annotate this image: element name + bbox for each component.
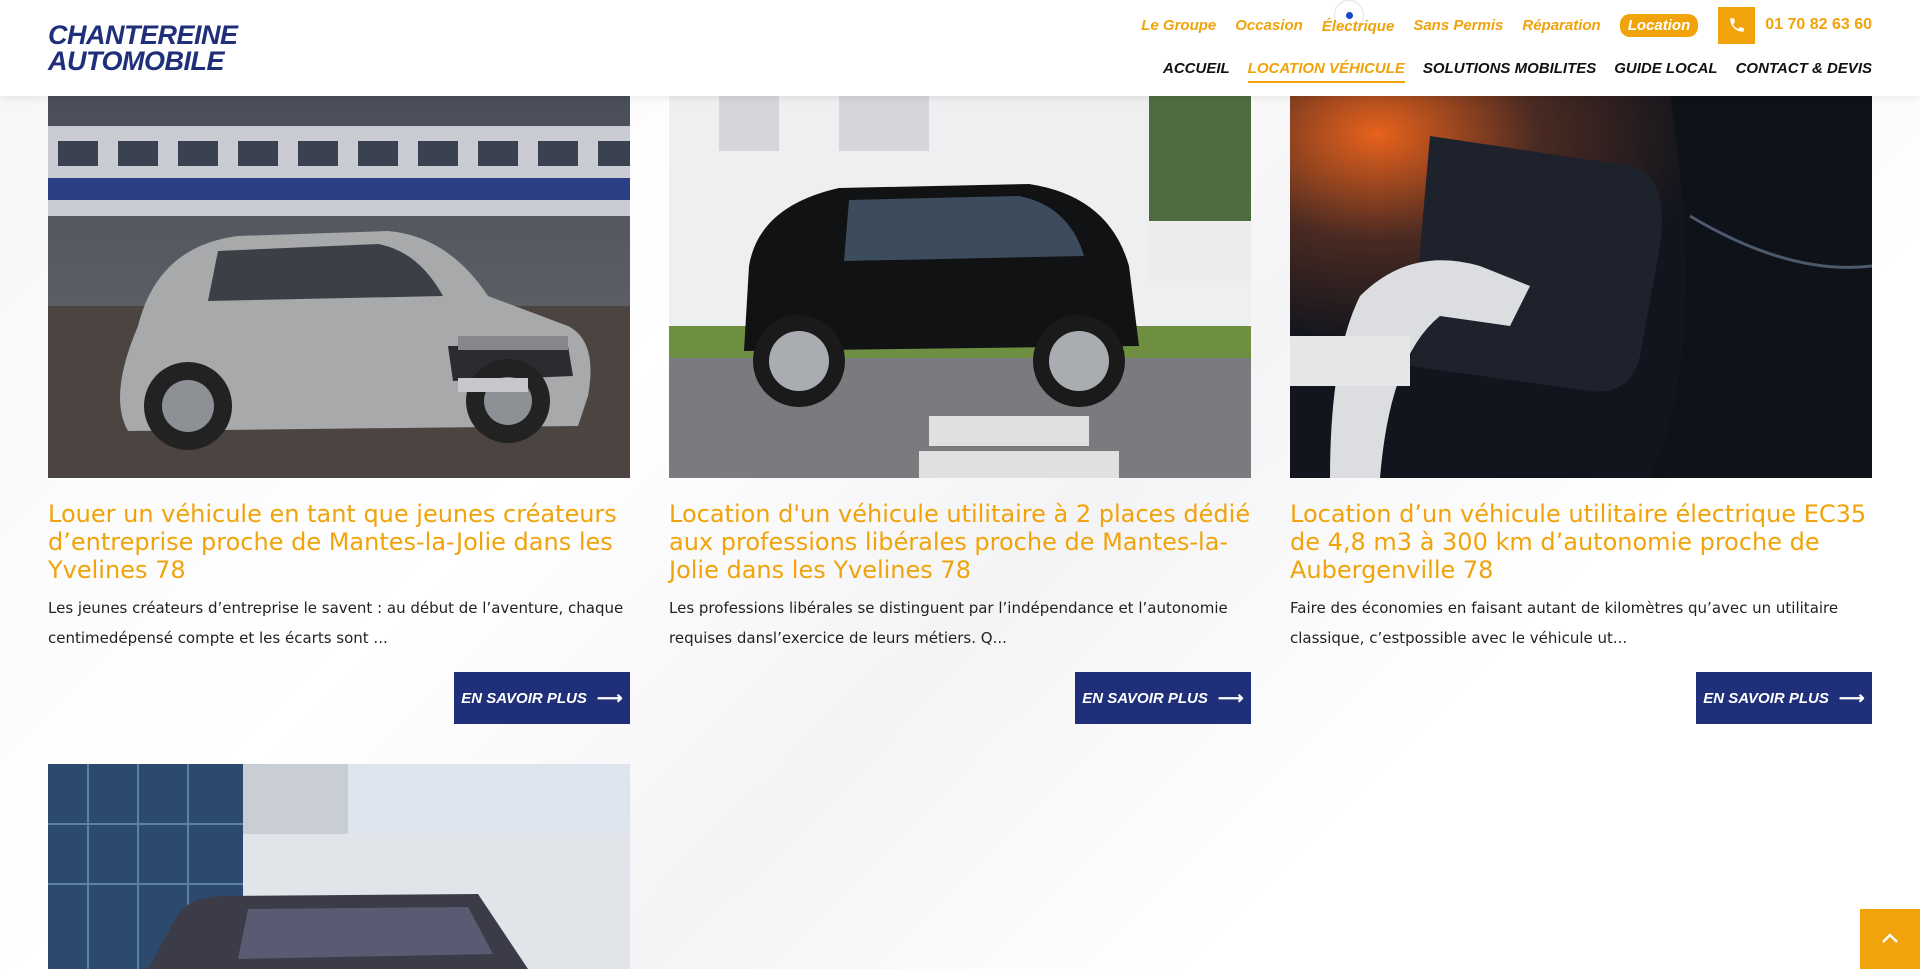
phone-button[interactable] bbox=[1718, 6, 1756, 44]
article-excerpt: Faire des économies en faisant autant de… bbox=[1290, 599, 1839, 647]
van-building-photo[interactable] bbox=[48, 764, 630, 969]
article-card: Louer un véhicule en tant que jeunes cré… bbox=[48, 96, 630, 724]
logo-line-1: CHANTEREINE bbox=[48, 20, 238, 50]
topnav-electrique-wrap: Électrique bbox=[1303, 0, 1395, 35]
mainnav-guide-local[interactable]: GUIDE LOCAL bbox=[1614, 60, 1717, 83]
silver-hatchback-photo[interactable] bbox=[48, 96, 630, 478]
brand-logo[interactable]: CHANTEREINE AUTOMOBILE bbox=[48, 20, 238, 76]
article-title[interactable]: Location d’un véhicule utilitaire électr… bbox=[1290, 500, 1872, 584]
read-more-label: EN SAVOIR PLUS bbox=[461, 689, 587, 707]
article-card: Location d’un véhicule utilitaire électr… bbox=[1290, 96, 1872, 724]
read-more-button[interactable]: EN SAVOIR PLUS ⟶ bbox=[454, 672, 630, 724]
mainnav-accueil[interactable]: ACCUEIL bbox=[1163, 60, 1230, 83]
ev-charging-photo[interactable] bbox=[1290, 96, 1872, 478]
read-more-label: EN SAVOIR PLUS bbox=[1082, 689, 1208, 707]
article-title[interactable]: Louer un véhicule en tant que jeunes cré… bbox=[48, 500, 630, 584]
phone-number[interactable]: 01 70 82 63 60 bbox=[1765, 16, 1872, 34]
article-excerpt: Les jeunes créateurs d’entreprise le sav… bbox=[48, 599, 624, 647]
black-city-car-photo[interactable] bbox=[669, 96, 1251, 478]
article-excerpt: Les professions libérales se distinguent… bbox=[669, 599, 1228, 647]
mainnav-solutions-mobilites[interactable]: SOLUTIONS MOBILITES bbox=[1423, 60, 1596, 83]
read-more-button[interactable]: EN SAVOIR PLUS ⟶ bbox=[1696, 672, 1872, 724]
site-header: CHANTEREINE AUTOMOBILE Le Groupe Occasio… bbox=[0, 0, 1920, 96]
article-card: Location d'un véhicule utilitaire à 2 pl… bbox=[669, 96, 1251, 724]
top-nav: Le Groupe Occasion Électrique Sans Permi… bbox=[1122, 0, 1872, 44]
topnav-electrique[interactable]: Électrique bbox=[1322, 18, 1395, 35]
mainnav-location-vehicule[interactable]: LOCATION VÉHICULE bbox=[1247, 60, 1405, 83]
phone-icon bbox=[1729, 18, 1744, 32]
logo-line-2: AUTOMOBILE bbox=[48, 46, 225, 76]
topnav-occasion[interactable]: Occasion bbox=[1235, 17, 1303, 34]
arrow-right-icon: ⟶ bbox=[596, 687, 623, 708]
arrow-right-icon: ⟶ bbox=[1217, 687, 1244, 708]
article-card bbox=[48, 764, 630, 969]
mainnav-contact-devis[interactable]: CONTACT & DEVIS bbox=[1736, 60, 1872, 83]
article-title[interactable]: Location d'un véhicule utilitaire à 2 pl… bbox=[669, 500, 1251, 584]
chevron-up-icon bbox=[1882, 933, 1898, 943]
main-nav: ACCUEIL LOCATION VÉHICULE SOLUTIONS MOBI… bbox=[1145, 60, 1872, 83]
scroll-to-top-button[interactable] bbox=[1860, 909, 1920, 969]
topnav-location[interactable]: Location bbox=[1619, 13, 1699, 37]
read-more-button[interactable]: EN SAVOIR PLUS ⟶ bbox=[1075, 672, 1251, 724]
read-more-label: EN SAVOIR PLUS bbox=[1703, 689, 1829, 707]
topnav-reparation[interactable]: Réparation bbox=[1522, 17, 1600, 34]
topnav-sans-permis[interactable]: Sans Permis bbox=[1413, 17, 1503, 34]
topnav-le-groupe[interactable]: Le Groupe bbox=[1141, 17, 1216, 34]
arrow-right-icon: ⟶ bbox=[1838, 687, 1865, 708]
